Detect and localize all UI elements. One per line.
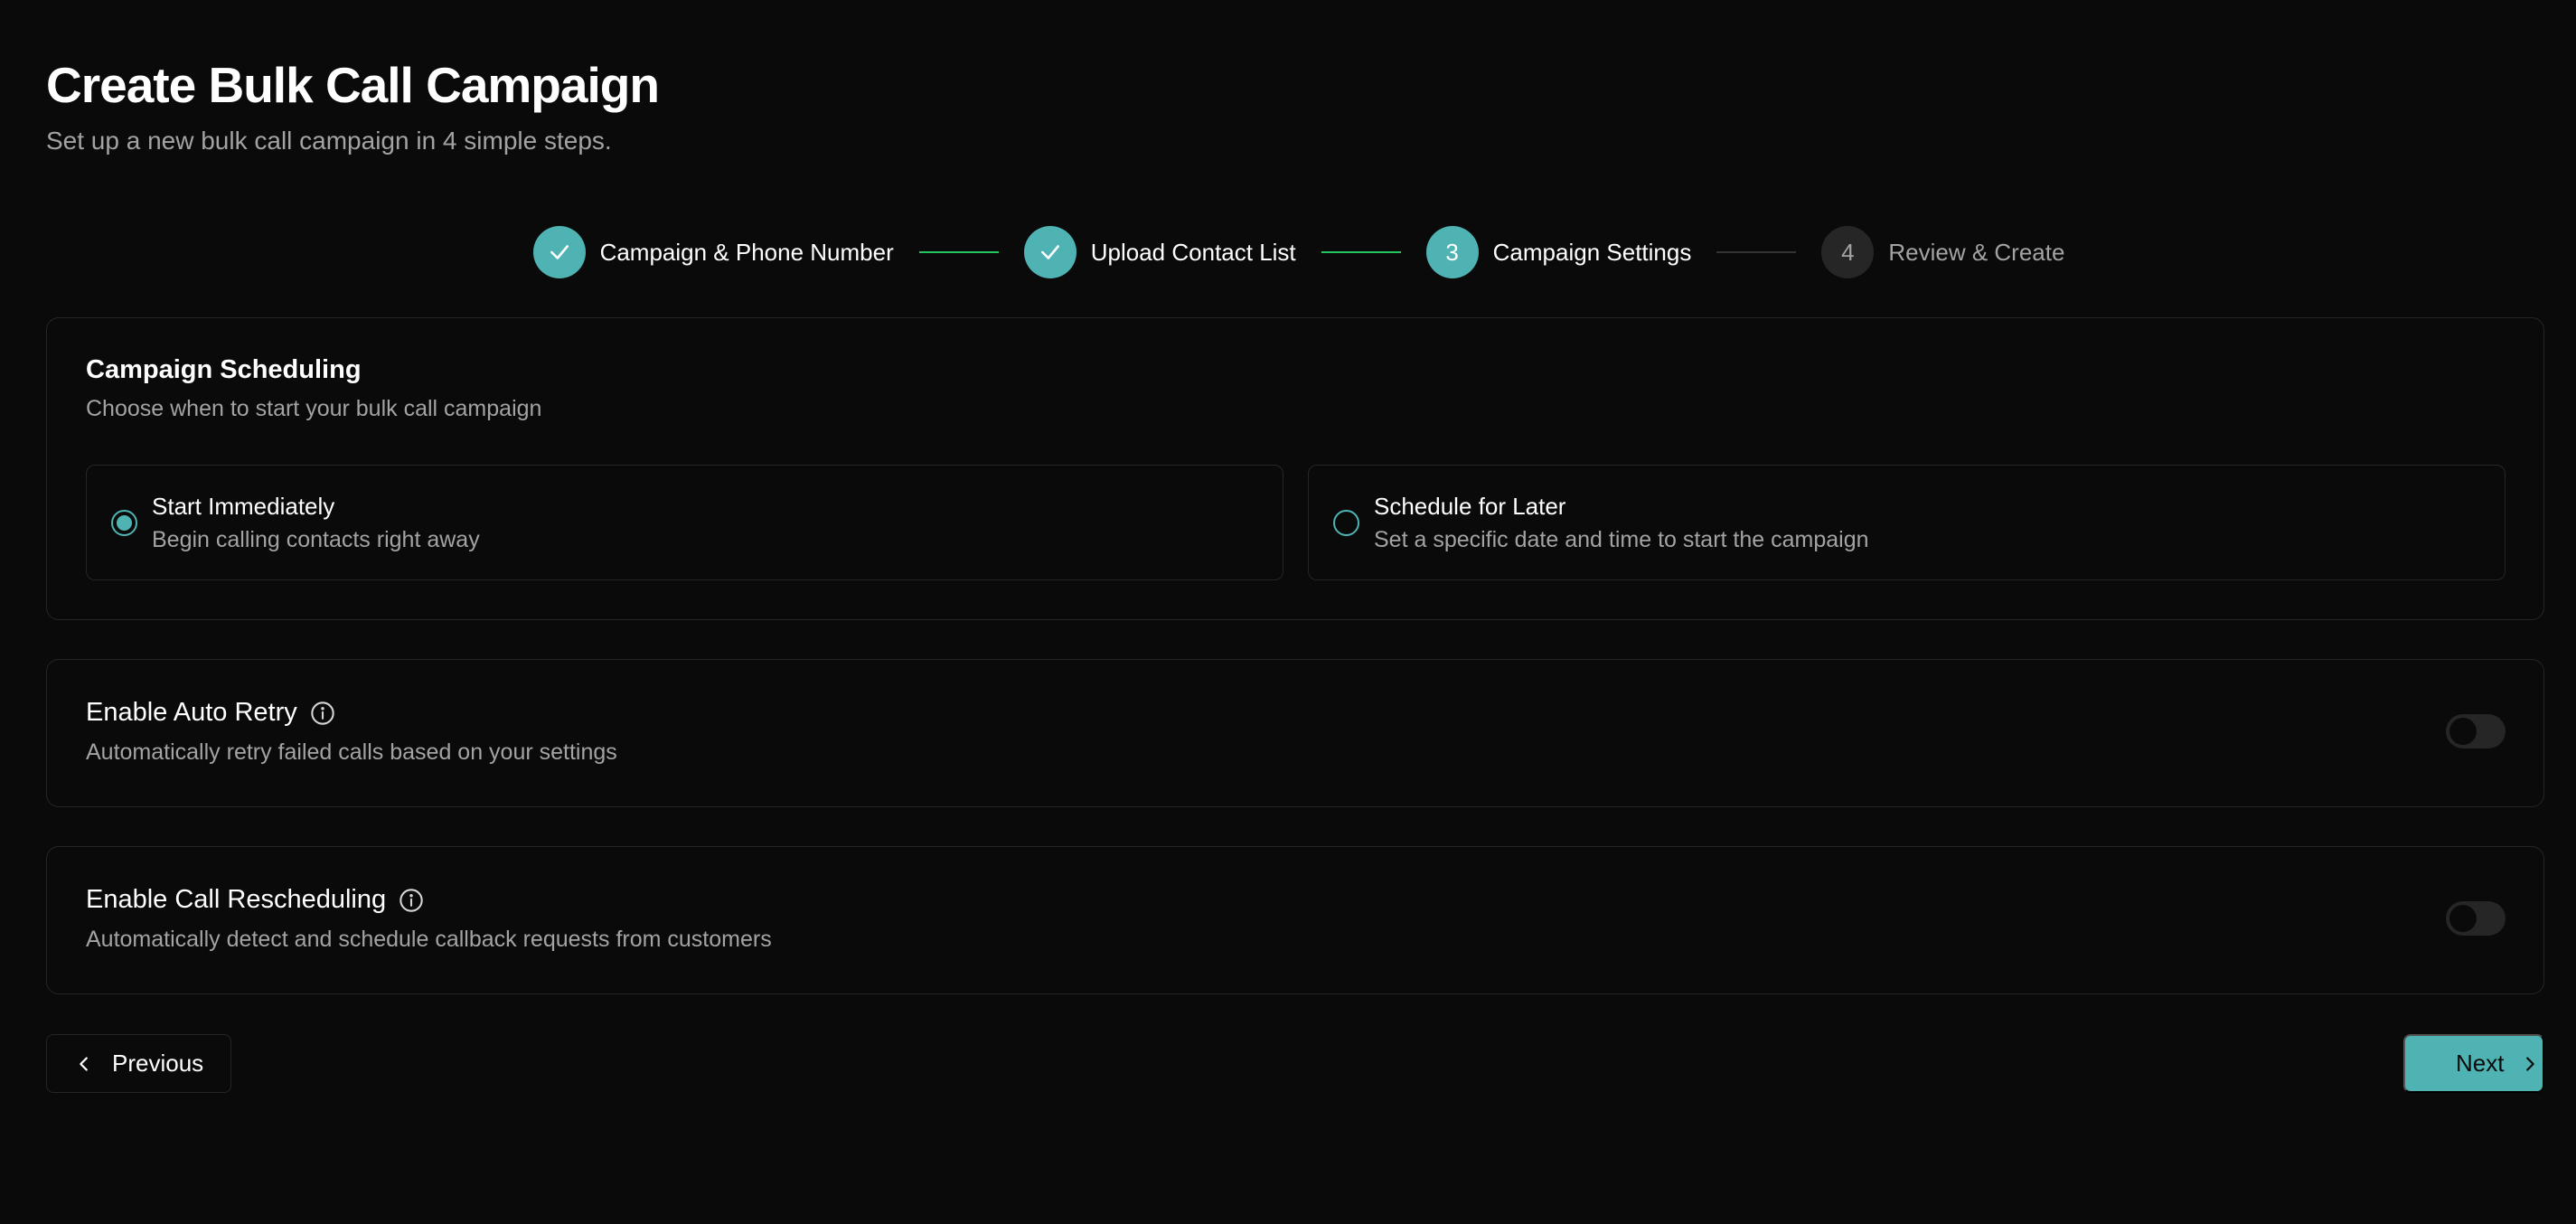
setting-description: Automatically retry failed calls based o… (86, 739, 617, 765)
option-description: Begin calling contacts right away (152, 527, 480, 552)
step-label: Upload Contact List (1090, 238, 1296, 266)
page-subtitle: Set up a new bulk call campaign in 4 sim… (46, 127, 612, 155)
auto-retry-toggle[interactable] (2446, 714, 2505, 749)
section-description: Choose when to start your bulk call camp… (86, 396, 542, 421)
step-connector (1716, 251, 1797, 253)
step-campaign-settings[interactable]: 3 Campaign Settings (1425, 226, 1692, 278)
create-campaign-page: Create Bulk Call Campaign Set up a new b… (0, 0, 2576, 1224)
step-connector (1321, 251, 1401, 253)
step-upload-contacts[interactable]: Upload Contact List (1023, 226, 1296, 278)
call-rescheduling-title: Enable Call Rescheduling (86, 885, 387, 914)
call-rescheduling-toggle[interactable] (2446, 901, 2505, 936)
info-icon[interactable] (310, 701, 335, 726)
step-label: Campaign & Phone Number (599, 238, 894, 266)
auto-retry-card: Enable Auto Retry Automatically retry fa… (46, 659, 2544, 807)
radio-selected-icon[interactable] (111, 510, 137, 536)
page-title: Create Bulk Call Campaign (46, 57, 660, 113)
progress-stepper: Campaign & Phone Number Upload Contact L… (0, 226, 2576, 278)
step-review-create[interactable]: 4 Review & Create (1821, 226, 2064, 278)
step-connector (918, 251, 999, 253)
toggle-knob (2449, 905, 2477, 932)
step-label: Review & Create (1888, 238, 2065, 266)
next-button[interactable]: Next (2403, 1034, 2544, 1093)
step-label: Campaign Settings (1492, 238, 1692, 266)
chevron-left-icon (80, 1056, 88, 1071)
setting-title-row: Enable Call Rescheduling (86, 885, 424, 915)
option-description: Set a specific date and time to start th… (1374, 527, 1869, 552)
step-number: 4 (1821, 226, 1875, 278)
option-title: Start Immediately (152, 493, 335, 520)
radio-unselected-icon[interactable] (1333, 510, 1359, 536)
next-label: Next (2456, 1050, 2505, 1077)
check-icon (532, 226, 586, 278)
call-rescheduling-card: Enable Call Rescheduling Automatically d… (46, 846, 2544, 994)
chevron-right-icon (2526, 1056, 2535, 1071)
campaign-scheduling-card: Campaign Scheduling Choose when to start… (46, 317, 2544, 620)
check-icon (1023, 226, 1076, 278)
previous-label: Previous (112, 1050, 204, 1077)
section-title: Campaign Scheduling (86, 355, 362, 384)
setting-title-row: Enable Auto Retry (86, 698, 335, 728)
auto-retry-title: Enable Auto Retry (86, 698, 297, 727)
setting-description: Automatically detect and schedule callba… (86, 927, 772, 952)
step-number: 3 (1425, 226, 1479, 278)
info-icon[interactable] (399, 888, 424, 913)
start-immediately-option[interactable]: Start Immediately Begin calling contacts… (86, 465, 1283, 580)
toggle-knob (2449, 718, 2477, 745)
schedule-later-option[interactable]: Schedule for Later Set a specific date a… (1308, 465, 2505, 580)
option-title: Schedule for Later (1374, 493, 1566, 520)
previous-button[interactable]: Previous (46, 1034, 231, 1093)
step-campaign-phone[interactable]: Campaign & Phone Number (532, 226, 894, 278)
